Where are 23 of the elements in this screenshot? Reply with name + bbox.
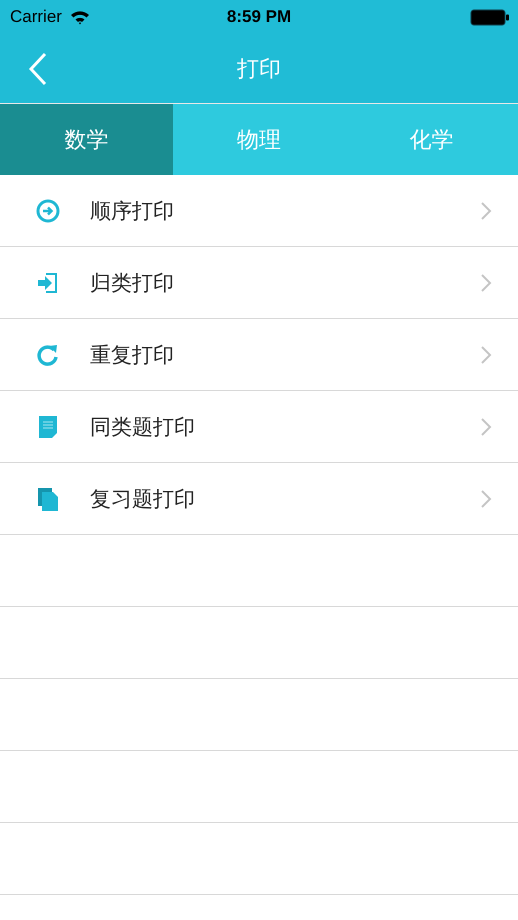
battery-icon [470,8,510,26]
menu-item[interactable]: 归类打印 [0,247,518,319]
copy-icon [35,486,61,512]
menu-item[interactable]: 重复打印 [0,319,518,391]
item-label: 同类题打印 [90,414,195,440]
item-label: 归类打印 [90,270,174,296]
wifi-icon [70,10,90,24]
chevron-icon [480,344,492,364]
status-time: 8:59 PM [226,7,292,27]
menu-item[interactable]: 同类题打印 [0,391,518,463]
chevron-icon [480,272,492,292]
menu-item[interactable]: 顺序打印 [0,175,518,247]
item-label: 顺序打印 [90,198,174,224]
chevron-icon [480,200,492,220]
page-title: 打印 [237,56,281,84]
chevron-icon [480,416,492,436]
chevron-icon [480,488,492,508]
item-label: 重复打印 [90,342,174,368]
subject-tab[interactable]: 数学 [0,104,173,175]
item-label: 复习题打印 [90,486,195,512]
arrow-circle-icon [35,198,61,224]
menu-item[interactable]: 复习题打印 [0,463,518,535]
carrier-name: Carrier [10,7,62,27]
